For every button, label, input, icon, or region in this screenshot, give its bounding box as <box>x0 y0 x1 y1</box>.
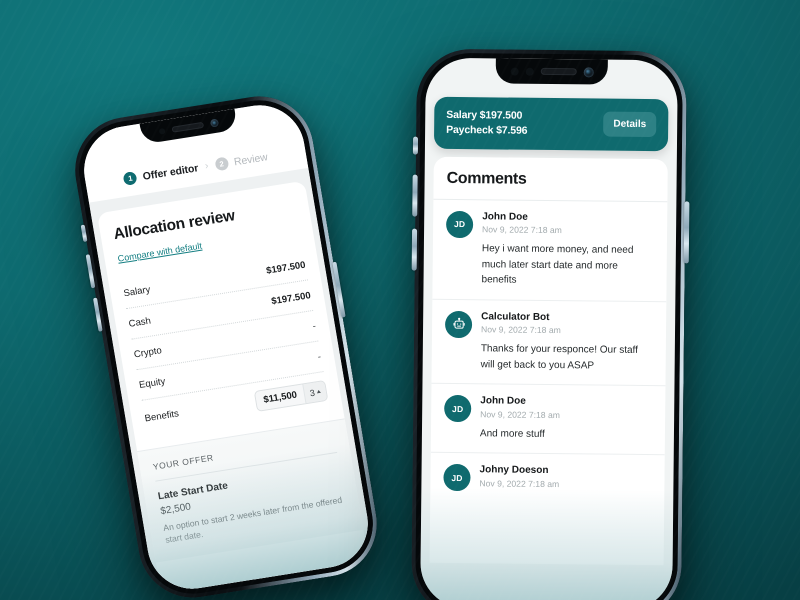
comment-body: And more stuff <box>479 428 545 440</box>
comments-app: Salary $197.500 Paycheck $7.596 Details … <box>420 58 678 600</box>
phone-screen-comments: Salary $197.500 Paycheck $7.596 Details … <box>420 57 678 600</box>
comment-timestamp: Nov 9, 2022 7:18 am <box>479 478 560 489</box>
comment-author: John Doe <box>482 211 528 223</box>
power-button[interactable] <box>683 201 689 264</box>
allocation-review-card: Allocation review Compare with default S… <box>96 180 369 595</box>
offer-editor-body: Allocation review Compare with default S… <box>89 167 375 596</box>
allocation-label: Cash <box>127 315 152 330</box>
mute-switch[interactable] <box>412 136 418 155</box>
compare-with-default-link[interactable]: Compare with default <box>117 241 203 264</box>
comment-body: Hey i want more money, and need much lat… <box>481 243 634 286</box>
front-camera-icon <box>209 117 220 128</box>
allocation-value: - <box>316 350 322 363</box>
offer-editor-app: 1 Offer editor › 2 Review Allocation rev… <box>77 98 375 596</box>
earpiece-speaker-icon <box>171 121 205 133</box>
avatar: JD <box>443 464 471 492</box>
earpiece-speaker-icon <box>540 67 577 76</box>
step-2-badge[interactable]: 2 <box>214 156 230 172</box>
benefits-amount-value: $11,500 <box>255 384 306 411</box>
robot-icon <box>452 317 466 331</box>
mute-switch[interactable] <box>80 224 88 243</box>
salary-summary-text: Salary $197.500 Paycheck $7.596 <box>446 108 528 139</box>
step-1-label[interactable]: Offer editor <box>142 162 199 183</box>
step-1-badge[interactable]: 1 <box>122 170 138 186</box>
comment-item[interactable]: JD John Doe Nov 9, 2022 7:18 am Hey i wa… <box>432 199 668 303</box>
comment-timestamp: Nov 9, 2022 7:18 am <box>480 409 561 420</box>
phone-bezel: Salary $197.500 Paycheck $7.596 Details … <box>415 52 683 600</box>
allocation-label: Crypto <box>133 344 163 360</box>
comments-card: Comments JD John Doe Nov 9, 2022 7:18 am… <box>429 156 668 566</box>
page-title: Allocation review <box>112 207 237 244</box>
volume-down-button[interactable] <box>411 228 417 271</box>
avatar: JD <box>444 395 472 423</box>
allocation-value: $197.500 <box>270 289 312 307</box>
phone-device-comments: Salary $197.500 Paycheck $7.596 Details … <box>411 48 689 600</box>
comment-author: John Doe <box>480 395 526 408</box>
allocation-label: Equity <box>138 375 167 391</box>
comment-body: Thanks for your responce! Our staff will… <box>480 343 638 372</box>
comment-timestamp: Nov 9, 2022 7:18 am <box>482 224 562 236</box>
allocation-value: $197.500 <box>265 259 307 277</box>
phone-bezel: 1 Offer editor › 2 Review Allocation rev… <box>71 93 381 600</box>
allocation-value: - <box>311 320 317 332</box>
volume-up-button[interactable] <box>411 174 418 217</box>
chevron-up-icon <box>316 389 321 394</box>
comment-author: Johny Doeson <box>479 464 549 477</box>
your-offer-panel: YOUR OFFER Late Start Date $2,500 An opt… <box>137 418 364 563</box>
salary-line: Salary $197.500 <box>446 108 523 122</box>
scene-backdrop: 1 Offer editor › 2 Review Allocation rev… <box>0 0 800 600</box>
benefits-count-value: 3 <box>308 387 316 398</box>
salary-summary-banner: Salary $197.500 Paycheck $7.596 Details <box>433 96 669 152</box>
comments-heading: Comments <box>433 156 668 203</box>
comment-item[interactable]: Calculator Bot Nov 9, 2022 7:18 am Thank… <box>431 299 667 387</box>
step-2-label[interactable]: Review <box>233 151 268 168</box>
phone-notch <box>495 58 608 85</box>
allocation-label: Benefits <box>143 408 180 425</box>
chevron-right-icon: › <box>204 160 210 172</box>
avatar: JD <box>446 210 474 239</box>
paycheck-line: Paycheck $7.596 <box>446 123 528 137</box>
comment-item[interactable]: JD John Doe Nov 9, 2022 7:18 am And more… <box>430 384 666 456</box>
proximity-sensor-icon <box>158 127 166 135</box>
phone-device-offer-editor: 1 Offer editor › 2 Review Allocation rev… <box>66 88 386 600</box>
comment-timestamp: Nov 9, 2022 7:18 am <box>480 324 561 336</box>
avatar <box>444 310 473 339</box>
allocation-label: Salary <box>122 283 152 299</box>
proximity-sensor-icon <box>510 67 519 76</box>
details-button[interactable]: Details <box>603 111 657 138</box>
front-camera-icon <box>583 66 594 77</box>
phone-screen-offer-editor: 1 Offer editor › 2 Review Allocation rev… <box>77 98 375 596</box>
benefits-stepper[interactable]: $11,500 3 <box>253 379 329 412</box>
comment-item[interactable]: JD Johny Doeson Nov 9, 2022 7:18 am <box>430 453 665 504</box>
comment-author: Calculator Bot <box>481 311 550 323</box>
ambient-light-sensor-icon <box>525 67 534 76</box>
benefits-count-toggle[interactable]: 3 <box>302 381 328 404</box>
